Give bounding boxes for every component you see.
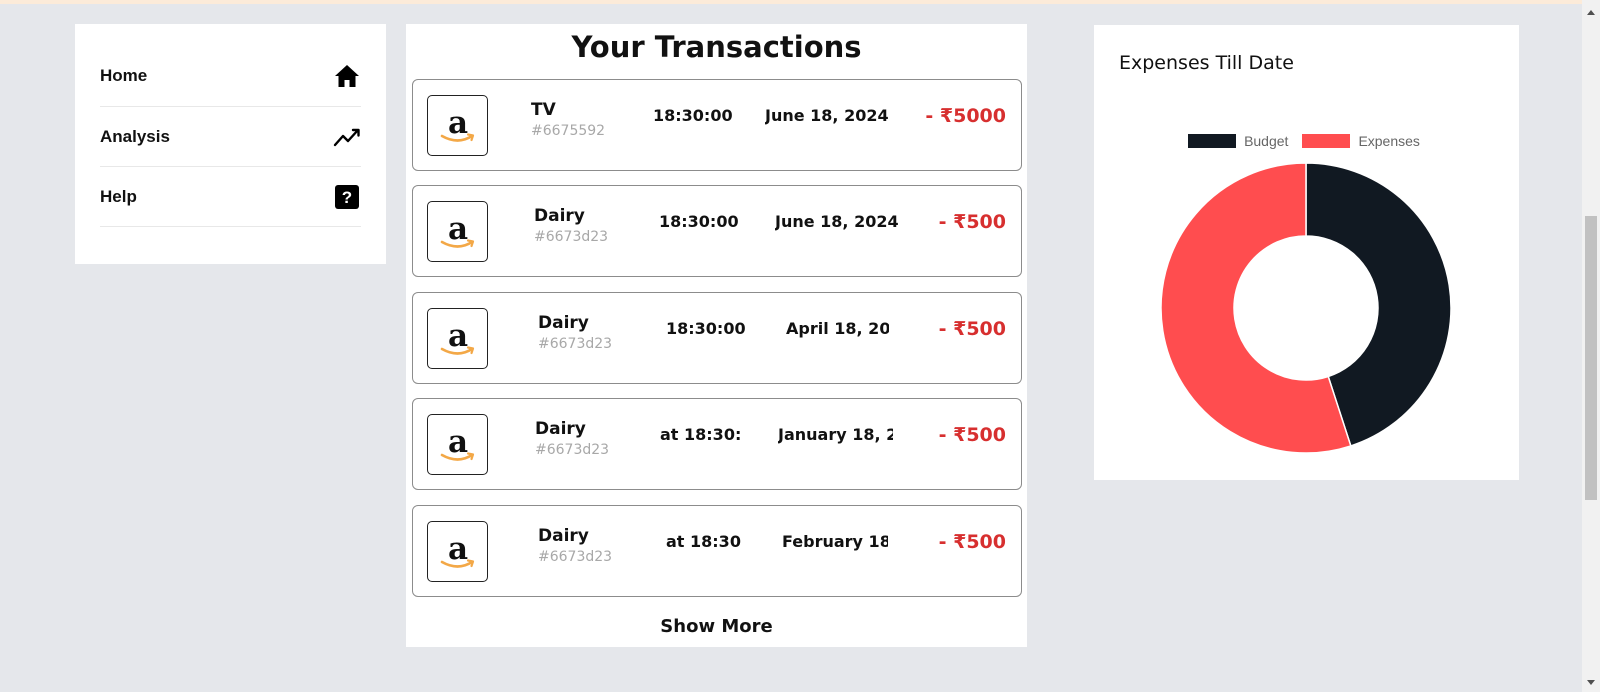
transaction-name: Dairy — [534, 206, 585, 226]
home-icon — [333, 62, 361, 90]
help-icon: ? — [333, 183, 361, 211]
doughnut-chart — [1160, 162, 1452, 454]
scroll-up-arrow-icon[interactable] — [1582, 4, 1600, 20]
sidebar-item-home[interactable]: Home — [100, 46, 361, 107]
transaction-time: at 18:30: — [660, 425, 742, 444]
svg-text:a: a — [447, 531, 467, 567]
transactions-panel: Your Transactions a TV #6675592 18:30:00 Jun… — [406, 24, 1027, 647]
transaction-name: Dairy — [538, 526, 589, 546]
transaction-amount: - ₹500 — [938, 531, 1006, 553]
amazon-logo-icon: a — [427, 521, 488, 582]
amazon-logo-icon: a — [427, 414, 488, 475]
page-title: Your Transactions — [571, 30, 862, 64]
transaction-card[interactable]: a Dairy #6673d23 18:30:00 June 18, 2024 - ₹50… — [412, 185, 1022, 277]
sidebar-item-help[interactable]: Help ? — [100, 167, 361, 227]
sidebar-item-label: Home — [100, 66, 148, 85]
transaction-amount: - ₹500 — [938, 211, 1006, 233]
sidebar-item-analysis[interactable]: Analysis — [100, 107, 361, 167]
transaction-amount: - ₹500 — [938, 424, 1006, 446]
transaction-card[interactable]: a Dairy #6673d23 at 18:30 February 18, - ₹500 — [412, 505, 1022, 597]
trending-up-icon — [333, 123, 361, 151]
transaction-date: June 18, 2024 — [775, 212, 899, 231]
svg-text:a: a — [447, 318, 467, 354]
transaction-card[interactable]: a Dairy #6673d23 18:30:00 April 18, 202 - ₹50… — [412, 292, 1022, 384]
svg-text:a: a — [447, 105, 467, 141]
transaction-date: June 18, 2024 — [765, 106, 889, 125]
transaction-time: 18:30:00 — [659, 212, 739, 231]
scrollbar-thumb[interactable] — [1585, 216, 1597, 500]
transaction-time: 18:30:00 — [666, 319, 746, 338]
transaction-card[interactable]: a Dairy #6673d23 at 18:30: January 18, 2 - ₹5… — [412, 398, 1022, 490]
transaction-card[interactable]: a TV #6675592 18:30:00 June 18, 2024 - ₹5000 — [412, 79, 1022, 171]
expenses-panel: Expenses Till Date Budget Expenses — [1094, 25, 1519, 480]
transaction-id: #6673d23 — [534, 229, 609, 245]
scrollbar[interactable] — [1582, 0, 1600, 692]
top-accent-bar — [0, 0, 1582, 4]
transaction-name: Dairy — [538, 313, 589, 333]
transaction-id: #6675592 — [531, 123, 606, 139]
transaction-id: #6673d23 — [535, 442, 610, 458]
sidebar-nav: Home Analysis Help ? — [75, 24, 386, 264]
transaction-time: at 18:30 — [666, 532, 741, 551]
sidebar-item-label: Analysis — [100, 126, 170, 146]
scroll-down-arrow-icon[interactable] — [1582, 674, 1600, 690]
svg-text:a: a — [447, 424, 467, 460]
transaction-time: 18:30:00 — [653, 106, 733, 125]
transaction-date: January 18, 2 — [778, 425, 893, 444]
sidebar-item-label: Help — [100, 186, 137, 206]
amazon-logo-icon: a — [427, 201, 488, 262]
svg-text:a: a — [447, 211, 467, 247]
transaction-date: April 18, 202 — [786, 319, 889, 338]
transaction-name: Dairy — [535, 419, 586, 439]
transaction-amount: - ₹5000 — [925, 105, 1006, 127]
amazon-logo-icon: a — [427, 308, 488, 369]
transaction-amount: - ₹500 — [938, 318, 1006, 340]
transaction-id: #6673d23 — [538, 549, 613, 565]
transaction-id: #6673d23 — [538, 336, 613, 352]
show-more-button[interactable]: Show More — [406, 616, 1027, 637]
transaction-date: February 18, — [782, 532, 888, 551]
svg-text:?: ? — [342, 188, 352, 207]
transaction-name: TV — [531, 100, 556, 120]
amazon-logo-icon: a — [427, 95, 488, 156]
